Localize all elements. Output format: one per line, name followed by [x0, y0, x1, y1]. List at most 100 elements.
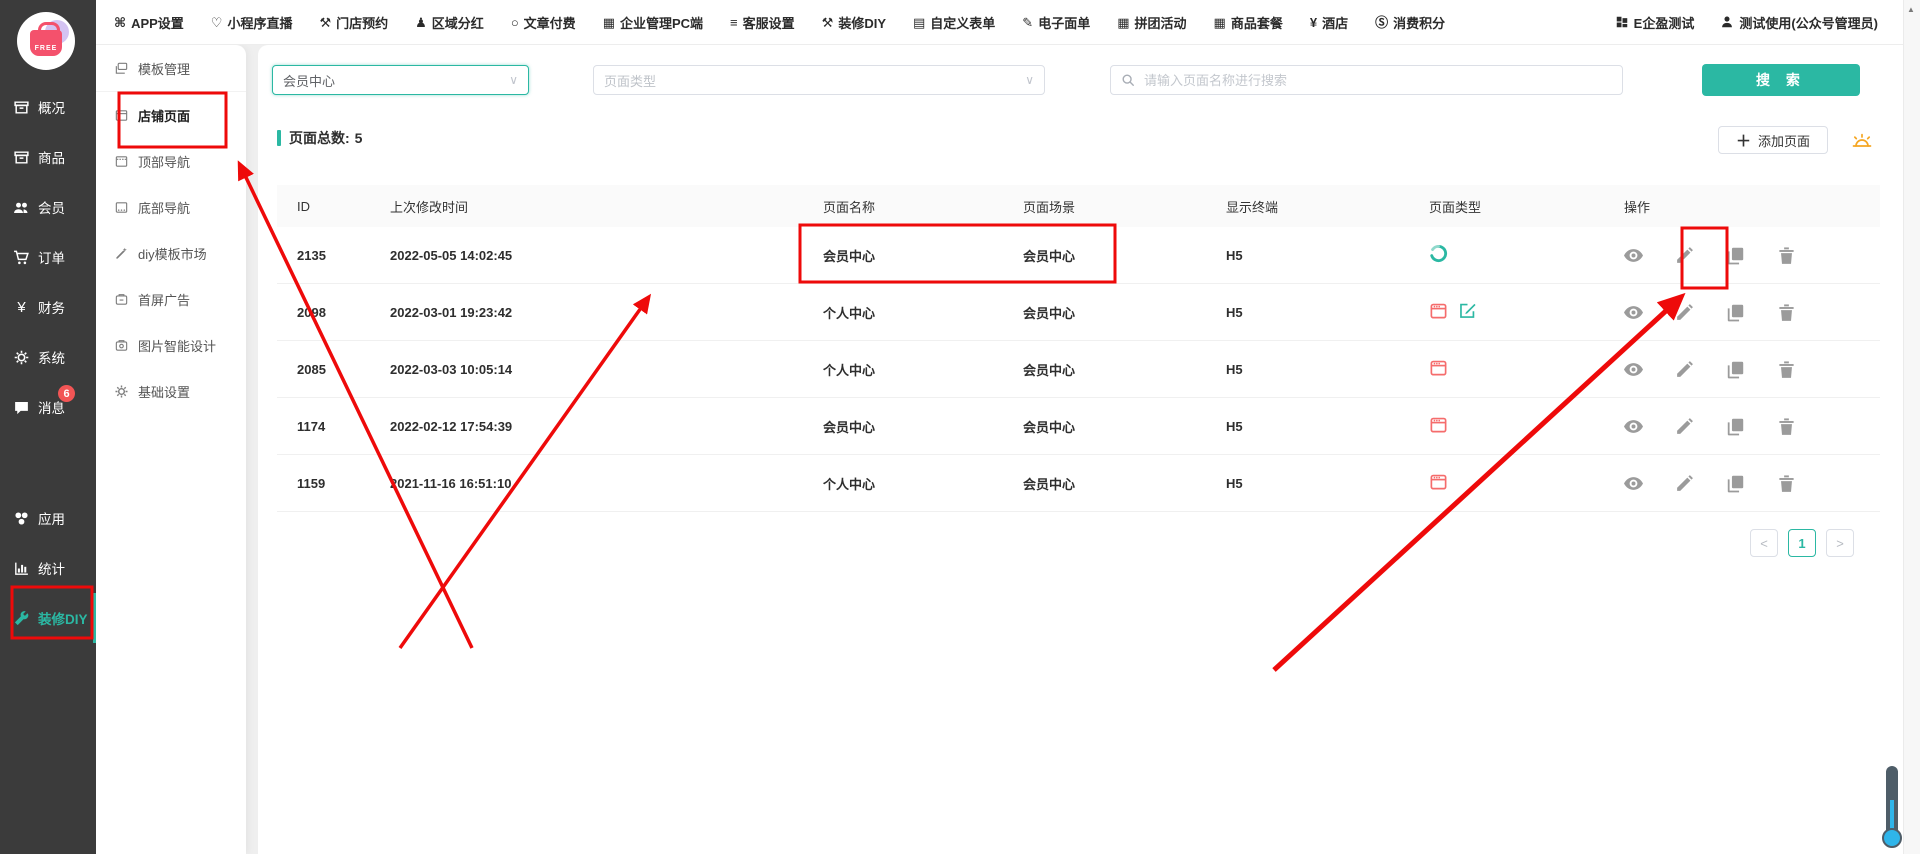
table-body: 21352022-05-05 14:02:45会员中心会员中心H52098202…	[277, 227, 1880, 512]
pencil-button-icon[interactable]	[1675, 360, 1694, 379]
pagination-page-1[interactable]: 1	[1788, 529, 1816, 557]
tools-icon: ⚒	[822, 16, 834, 29]
cell-name: 会员中心	[823, 246, 1023, 265]
pencil-button-icon[interactable]	[1675, 417, 1694, 436]
topnav-item-0[interactable]: ⌘APP设置	[114, 13, 184, 32]
sidebar-item-5[interactable]: 系统	[0, 332, 96, 382]
app-logo[interactable]: FREE	[17, 12, 75, 70]
topnav-item-11[interactable]: ▦商品套餐	[1214, 13, 1283, 32]
apps-icon	[13, 510, 30, 527]
cell-modified: 2022-03-03 10:05:14	[390, 362, 823, 377]
add-page-button[interactable]: ＋ 添加页面	[1718, 126, 1828, 154]
page-type-select-placeholder: 页面类型	[604, 71, 656, 90]
cell-modified: 2022-02-12 17:54:39	[390, 419, 823, 434]
scrollbar[interactable]: ▲	[1903, 0, 1920, 854]
cell-id: 1174	[297, 419, 390, 434]
search-button[interactable]: 搜 索	[1702, 64, 1860, 96]
cell-operations	[1624, 474, 1880, 493]
submenu-item-6[interactable]: 图片智能设计	[96, 322, 246, 368]
submenu-item-3[interactable]: 底部导航	[96, 184, 246, 230]
trash-button-icon[interactable]	[1777, 246, 1796, 265]
copy-button-icon[interactable]	[1726, 246, 1745, 265]
topnav-item-2[interactable]: ⚒门店预约	[319, 13, 388, 32]
eye-button-icon[interactable]	[1624, 246, 1643, 265]
table-row-1159: 11592021-11-16 16:51:10个人中心会员中心H5	[277, 455, 1880, 512]
archive-box-icon	[13, 99, 30, 116]
pencil-button-icon[interactable]	[1675, 303, 1694, 322]
submenu-item-label: 模板管理	[138, 59, 190, 78]
submenu-item-label: diy模板市场	[138, 244, 207, 263]
eye-button-icon[interactable]	[1624, 417, 1643, 436]
topnav-item-10[interactable]: ▦拼团活动	[1117, 13, 1186, 32]
scroll-up-arrow-icon[interactable]: ▲	[1907, 5, 1915, 14]
copy-button-icon[interactable]	[1726, 360, 1745, 379]
submenu-item-5[interactable]: 首屏广告	[96, 276, 246, 322]
submenu-item-4[interactable]: diy模板市场	[96, 230, 246, 276]
submenu-item-2[interactable]: 顶部导航	[96, 138, 246, 184]
topnav-item-3[interactable]: ♟区域分红	[415, 13, 484, 32]
page-total-count: 5	[355, 130, 363, 146]
topnav-item-1[interactable]: ♡小程序直播	[211, 13, 293, 32]
topnav-item-4[interactable]: ○文章付费	[511, 13, 576, 32]
sidebar-item-2[interactable]: 会员	[0, 182, 96, 232]
trash-button-icon[interactable]	[1777, 303, 1796, 322]
eye-button-icon[interactable]	[1624, 474, 1643, 493]
eye-button-icon[interactable]	[1624, 303, 1643, 322]
topnav-item-9[interactable]: ✎电子面单	[1022, 13, 1090, 32]
trash-button-icon[interactable]	[1777, 474, 1796, 493]
alarm-bell-icon[interactable]	[1850, 129, 1874, 153]
topnav-item-12[interactable]: ¥酒店	[1310, 13, 1348, 32]
person-icon: ♟	[415, 16, 427, 29]
topnav-item-label: 拼团活动	[1135, 13, 1187, 32]
topnav-item-8[interactable]: ▤自定义表单	[913, 13, 995, 32]
cell-modified: 2022-05-05 14:02:45	[390, 248, 823, 263]
sidebar-item-4[interactable]: ¥财务	[0, 282, 96, 332]
sidebar-item-6[interactable]: 消息6	[0, 382, 96, 432]
eye-button-icon[interactable]	[1624, 360, 1643, 379]
pencil-button-icon[interactable]	[1675, 474, 1694, 493]
sidebar-item-7[interactable]: 应用	[0, 493, 96, 543]
pagination-next-button[interactable]: >	[1826, 529, 1854, 557]
copy-button-icon[interactable]	[1726, 417, 1745, 436]
topnav-item-7[interactable]: ⚒装修DIY	[822, 13, 886, 32]
cell-terminal: H5	[1226, 419, 1429, 434]
topnav-item-13[interactable]: Ⓢ消费积分	[1375, 13, 1445, 32]
topnav-item-5[interactable]: ▦企业管理PC端	[603, 13, 703, 32]
top-nav-icon	[114, 154, 129, 169]
page-type-select[interactable]: 页面类型 ∨	[593, 65, 1045, 95]
sidebar-item-label: 概况	[38, 97, 65, 117]
search-input[interactable]	[1142, 72, 1612, 89]
sidebar-item-0[interactable]: 概况	[0, 82, 96, 132]
sidebar-item-3[interactable]: 订单	[0, 232, 96, 282]
pagination-prev-button[interactable]: <	[1750, 529, 1778, 557]
calendar-icon	[1429, 301, 1448, 323]
pencil-button-icon[interactable]	[1675, 246, 1694, 265]
thermometer-widget[interactable]	[1881, 766, 1903, 854]
topnav-item-label: 自定义表单	[930, 13, 995, 32]
merchant-name-item[interactable]: E企盈测试	[1615, 13, 1695, 32]
submenu-item-label: 底部导航	[138, 198, 190, 217]
cell-scene: 会员中心	[1023, 360, 1226, 379]
trash-button-icon[interactable]	[1777, 360, 1796, 379]
shop-page-icon	[114, 108, 129, 123]
submenu-item-7[interactable]: 基础设置	[96, 368, 246, 414]
page-scene-select[interactable]: 会员中心 ∨	[272, 65, 529, 95]
sidebar-item-label: 会员	[38, 197, 65, 217]
copy-button-icon[interactable]	[1726, 303, 1745, 322]
topnav-item-label: 电子面单	[1038, 13, 1090, 32]
page-total-summary: 页面总数: 5	[277, 128, 362, 148]
template-icon	[114, 61, 129, 76]
topnav-item-6[interactable]: ≡客服设置	[730, 13, 795, 32]
submenu-item-0[interactable]: 模板管理	[96, 45, 246, 92]
yen-icon: ¥	[13, 299, 30, 316]
trash-button-icon[interactable]	[1777, 417, 1796, 436]
sidebar-item-9[interactable]: 装修DIY	[0, 593, 96, 643]
current-user-item[interactable]: 测试使用(公众号管理员)	[1720, 13, 1878, 32]
sidebar-item-1[interactable]: 商品	[0, 132, 96, 182]
copy-button-icon[interactable]	[1726, 474, 1745, 493]
submenu-item-1[interactable]: 店铺页面	[96, 92, 246, 138]
sidebar-item-label: 订单	[38, 247, 65, 267]
logo-bag-icon: FREE	[30, 30, 62, 56]
table-row-2098: 20982022-03-01 19:23:42个人中心会员中心H5	[277, 284, 1880, 341]
sidebar-item-8[interactable]: 统计	[0, 543, 96, 593]
